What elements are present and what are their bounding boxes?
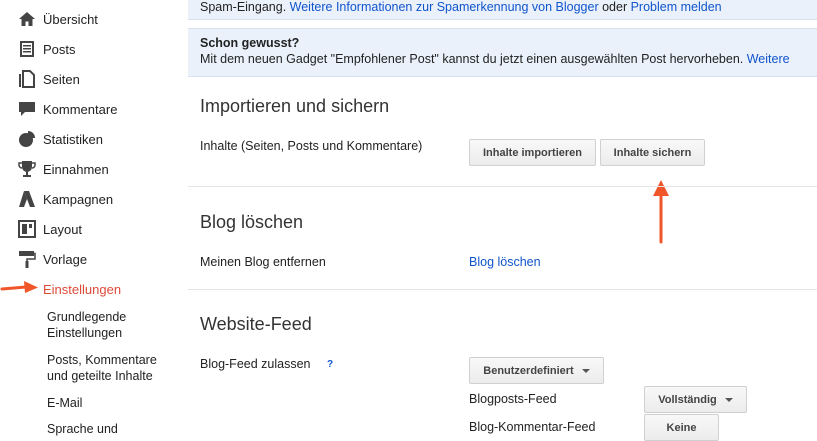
delete-blog-link[interactable]: Blog löschen <box>469 255 541 269</box>
tip-more-link[interactable]: Weitere <box>747 52 790 66</box>
sidebar-item-label: Einnahmen <box>43 161 109 177</box>
tip-text: Mit dem neuen Gadget "Empfohlener Post" … <box>200 52 747 66</box>
spam-banner: Spam-Eingang. Weitere Informationen zur … <box>188 0 817 20</box>
feed-section-title: Website-Feed <box>200 314 312 334</box>
banner-text: oder <box>598 0 631 14</box>
posts-feed-label: Blogposts-Feed <box>469 392 557 406</box>
tip-title: Schon gewusst? <box>200 36 300 50</box>
home-icon <box>17 9 37 29</box>
comments-feed-label: Blog-Kommentar-Feed <box>469 420 596 434</box>
sidebar-item-label: Posts <box>43 41 76 57</box>
sidebar-subitem-basic[interactable]: Grundlegende Einstellungen <box>47 309 188 341</box>
allow-feed-label: Blog-Feed zulassen <box>200 357 311 371</box>
sidebar-item-campaigns[interactable]: Kampagnen <box>17 184 113 214</box>
select-value: Vollständig <box>658 393 717 406</box>
tip-banner: Schon gewusst? Mit dem neuen Gadget "Emp… <box>188 28 817 77</box>
select-value: Keine <box>666 421 697 434</box>
backup-content-button[interactable]: Inhalte sichern <box>600 139 705 166</box>
help-icon[interactable]: ? <box>327 359 333 370</box>
comments-feed-select[interactable]: Keine <box>644 414 719 441</box>
pages-icon <box>17 69 37 89</box>
sidebar-item-label: Einstellungen <box>43 281 122 297</box>
sidebar-item-stats[interactable]: Statistiken <box>17 124 103 154</box>
chevron-down-icon <box>724 397 733 402</box>
sidebar-item-earnings[interactable]: Einnahmen <box>17 154 109 184</box>
main-content: Spam-Eingang. Weitere Informationen zur … <box>188 0 817 441</box>
adwords-icon <box>17 189 37 209</box>
spam-info-link[interactable]: Weitere Informationen zur Spamerkennung … <box>290 0 599 14</box>
divider <box>188 186 817 187</box>
report-problem-link[interactable]: Problem melden <box>631 0 722 14</box>
chevron-down-icon <box>581 368 590 373</box>
select-value: Benutzerdefiniert <box>483 364 574 377</box>
sidebar-subitem-posts-comments[interactable]: Posts, Kommentare und geteilte Inhalte <box>47 352 177 384</box>
posts-feed-select[interactable]: Vollständig <box>644 386 747 413</box>
sidebar-item-pages[interactable]: Seiten <box>17 64 80 94</box>
divider <box>188 289 817 290</box>
comment-icon <box>17 99 37 119</box>
sidebar-item-label: Seiten <box>43 71 80 87</box>
sidebar-item-template[interactable]: Vorlage <box>17 244 87 274</box>
banner-text: Spam-Eingang. <box>200 0 290 14</box>
sidebar-subitem-email[interactable]: E-Mail <box>47 395 82 411</box>
sidebar-item-label: Layout <box>43 221 83 237</box>
sidebar-item-posts[interactable]: Posts <box>17 34 76 64</box>
trophy-icon <box>17 159 37 179</box>
allow-feed-select[interactable]: Benutzerdefiniert <box>469 357 604 384</box>
layout-icon <box>17 219 37 239</box>
sidebar-item-label: Übersicht <box>43 11 98 27</box>
import-content-button[interactable]: Inhalte importieren <box>469 139 596 166</box>
delete-section-title: Blog löschen <box>200 212 304 232</box>
import-section-title: Importieren und sichern <box>200 96 390 116</box>
sidebar-item-label: Kampagnen <box>43 191 114 207</box>
sidebar-item-label: Vorlage <box>43 251 88 267</box>
remove-blog-label: Meinen Blog entfernen <box>200 255 326 269</box>
posts-icon <box>17 39 37 59</box>
pie-chart-icon <box>17 129 37 149</box>
paint-roller-icon <box>17 249 37 269</box>
sidebar-subitem-language[interactable]: Sprache und <box>47 421 118 437</box>
sidebar: Übersicht Posts Seiten Kommentare Statis… <box>0 0 188 436</box>
sidebar-item-overview[interactable]: Übersicht <box>17 4 98 34</box>
sidebar-item-layout[interactable]: Layout <box>17 214 82 244</box>
red-arrow-icon <box>0 281 38 293</box>
sidebar-item-comments[interactable]: Kommentare <box>17 94 117 124</box>
content-label: Inhalte (Seiten, Posts und Kommentare) <box>200 139 423 153</box>
sidebar-item-label: Kommentare <box>43 101 118 117</box>
sidebar-item-label: Statistiken <box>43 131 103 147</box>
